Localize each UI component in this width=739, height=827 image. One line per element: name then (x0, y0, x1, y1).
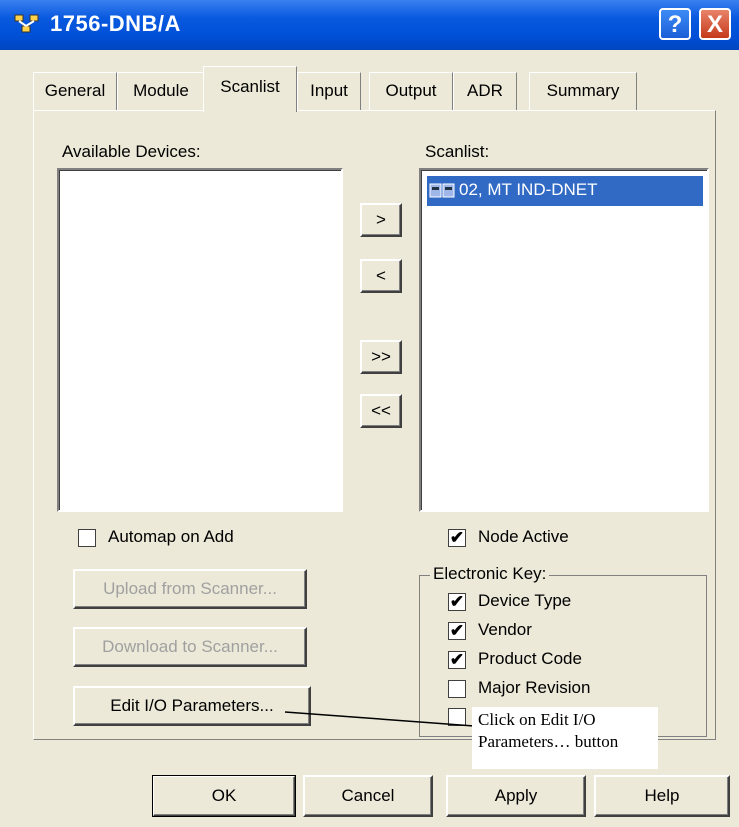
tab-scanlist[interactable]: Scanlist (203, 66, 297, 112)
cancel-button[interactable]: Cancel (303, 775, 433, 817)
ok-button[interactable]: OK (152, 775, 296, 817)
callout-line-2: Parameters… button (478, 732, 619, 751)
callout-note: Click on Edit I/O Parameters… button (472, 707, 658, 769)
help-button[interactable]: Help (594, 775, 730, 817)
callout-leader-line (284, 711, 475, 727)
callout-line-1: Click on Edit I/O (478, 710, 596, 729)
apply-button[interactable]: Apply (446, 775, 586, 817)
